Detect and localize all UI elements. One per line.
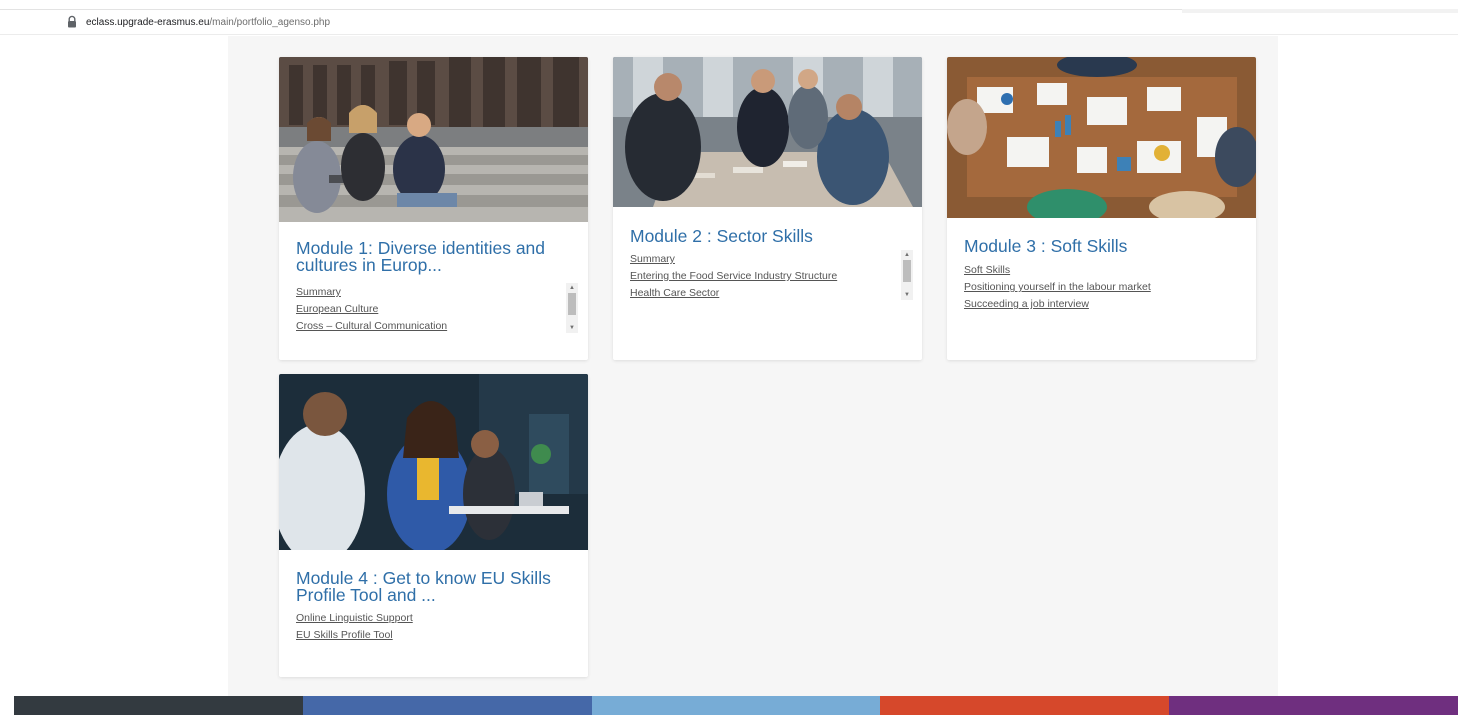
footer-segment-2 bbox=[302, 696, 592, 715]
module-3-link-soft-skills[interactable]: Soft Skills bbox=[964, 264, 1010, 276]
scrollbar-thumb[interactable] bbox=[568, 293, 576, 315]
module-2-link-health-care[interactable]: Health Care Sector bbox=[630, 287, 719, 299]
list-item: Soft Skills bbox=[964, 262, 1232, 279]
module-1-link-cross-cultural[interactable]: Cross – Cultural Communication bbox=[296, 320, 447, 332]
url-host: eclass.upgrade-erasmus.eu bbox=[86, 16, 210, 28]
scroll-up-icon[interactable]: ▲ bbox=[566, 283, 578, 293]
footer-segment-1 bbox=[14, 696, 303, 715]
list-item: Positioning yourself in the labour marke… bbox=[964, 279, 1232, 296]
browser-bottom-divider bbox=[0, 34, 1458, 35]
module-4-photo[interactable] bbox=[279, 374, 588, 550]
footer-segment-5 bbox=[1169, 696, 1458, 715]
module-1-link-summary[interactable]: Summary bbox=[296, 286, 341, 298]
module-card-4: Module 4 : Get to know EU Skills Profile… bbox=[279, 374, 588, 677]
module-3-link-job-interview[interactable]: Succeeding a job interview bbox=[964, 298, 1089, 310]
url-text[interactable]: eclass.upgrade-erasmus.eu/main/portfolio… bbox=[86, 17, 330, 28]
browser-tab-strip bbox=[1182, 9, 1458, 13]
footer-color-bar bbox=[14, 696, 1458, 715]
module-4-link-linguistic-support[interactable]: Online Linguistic Support bbox=[296, 612, 413, 624]
list-item: EU Skills Profile Tool bbox=[296, 627, 564, 644]
address-field[interactable]: eclass.upgrade-erasmus.eu/main/portfolio… bbox=[66, 13, 330, 31]
module-1-title[interactable]: Module 1: Diverse identities and culture… bbox=[296, 239, 564, 274]
scroll-down-icon[interactable]: ▼ bbox=[901, 290, 913, 300]
footer-segment-4 bbox=[880, 696, 1170, 715]
module-3-title[interactable]: Module 3 : Soft Skills bbox=[964, 237, 1232, 255]
list-item: European Culture bbox=[296, 301, 564, 318]
module-1-link-european-culture[interactable]: European Culture bbox=[296, 303, 378, 315]
module-card-2: Module 2 : Sector Skills Summary Enterin… bbox=[613, 57, 922, 360]
module-2-photo[interactable] bbox=[613, 57, 922, 207]
list-item: Online Linguistic Support bbox=[296, 610, 564, 627]
module-2-links: Summary Entering the Food Service Indust… bbox=[630, 251, 898, 302]
url-path: /main/portfolio_agenso.php bbox=[209, 16, 331, 28]
module-1-links: Summary European Culture Cross – Cultura… bbox=[296, 284, 564, 335]
scroll-up-icon[interactable]: ▲ bbox=[901, 250, 913, 260]
module-1-scrollbar[interactable]: ▲ ▼ bbox=[566, 283, 578, 333]
module-2-scrollbar[interactable]: ▲ ▼ bbox=[901, 250, 913, 300]
module-2-link-food-service[interactable]: Entering the Food Service Industry Struc… bbox=[630, 270, 837, 282]
footer-segment-3 bbox=[591, 696, 881, 715]
list-item: Cross – Cultural Communication bbox=[296, 318, 564, 335]
scrollbar-thumb[interactable] bbox=[903, 260, 911, 282]
list-item: Succeeding a job interview bbox=[964, 296, 1232, 313]
module-3-links: Soft Skills Positioning yourself in the … bbox=[964, 262, 1232, 313]
list-item: Entering the Food Service Industry Struc… bbox=[630, 268, 898, 285]
module-card-1: Module 1: Diverse identities and culture… bbox=[279, 57, 588, 360]
module-4-link-eu-skills-profile[interactable]: EU Skills Profile Tool bbox=[296, 629, 393, 641]
list-item: Health Care Sector bbox=[630, 285, 898, 302]
lock-icon bbox=[66, 15, 78, 29]
module-4-title[interactable]: Module 4 : Get to know EU Skills Profile… bbox=[296, 569, 564, 604]
module-2-link-summary[interactable]: Summary bbox=[630, 253, 675, 265]
module-card-3: Module 3 : Soft Skills Soft Skills Posit… bbox=[947, 57, 1256, 360]
browser-address-bar: eclass.upgrade-erasmus.eu/main/portfolio… bbox=[0, 0, 1458, 40]
list-item: Summary bbox=[296, 284, 564, 301]
module-2-title[interactable]: Module 2 : Sector Skills bbox=[630, 227, 898, 245]
scroll-down-icon[interactable]: ▼ bbox=[566, 323, 578, 333]
module-4-links: Online Linguistic Support EU Skills Prof… bbox=[296, 610, 564, 644]
module-3-photo[interactable] bbox=[947, 57, 1256, 218]
module-1-photo[interactable] bbox=[279, 57, 588, 222]
module-3-link-labour-market[interactable]: Positioning yourself in the labour marke… bbox=[964, 281, 1151, 293]
list-item: Summary bbox=[630, 251, 898, 268]
